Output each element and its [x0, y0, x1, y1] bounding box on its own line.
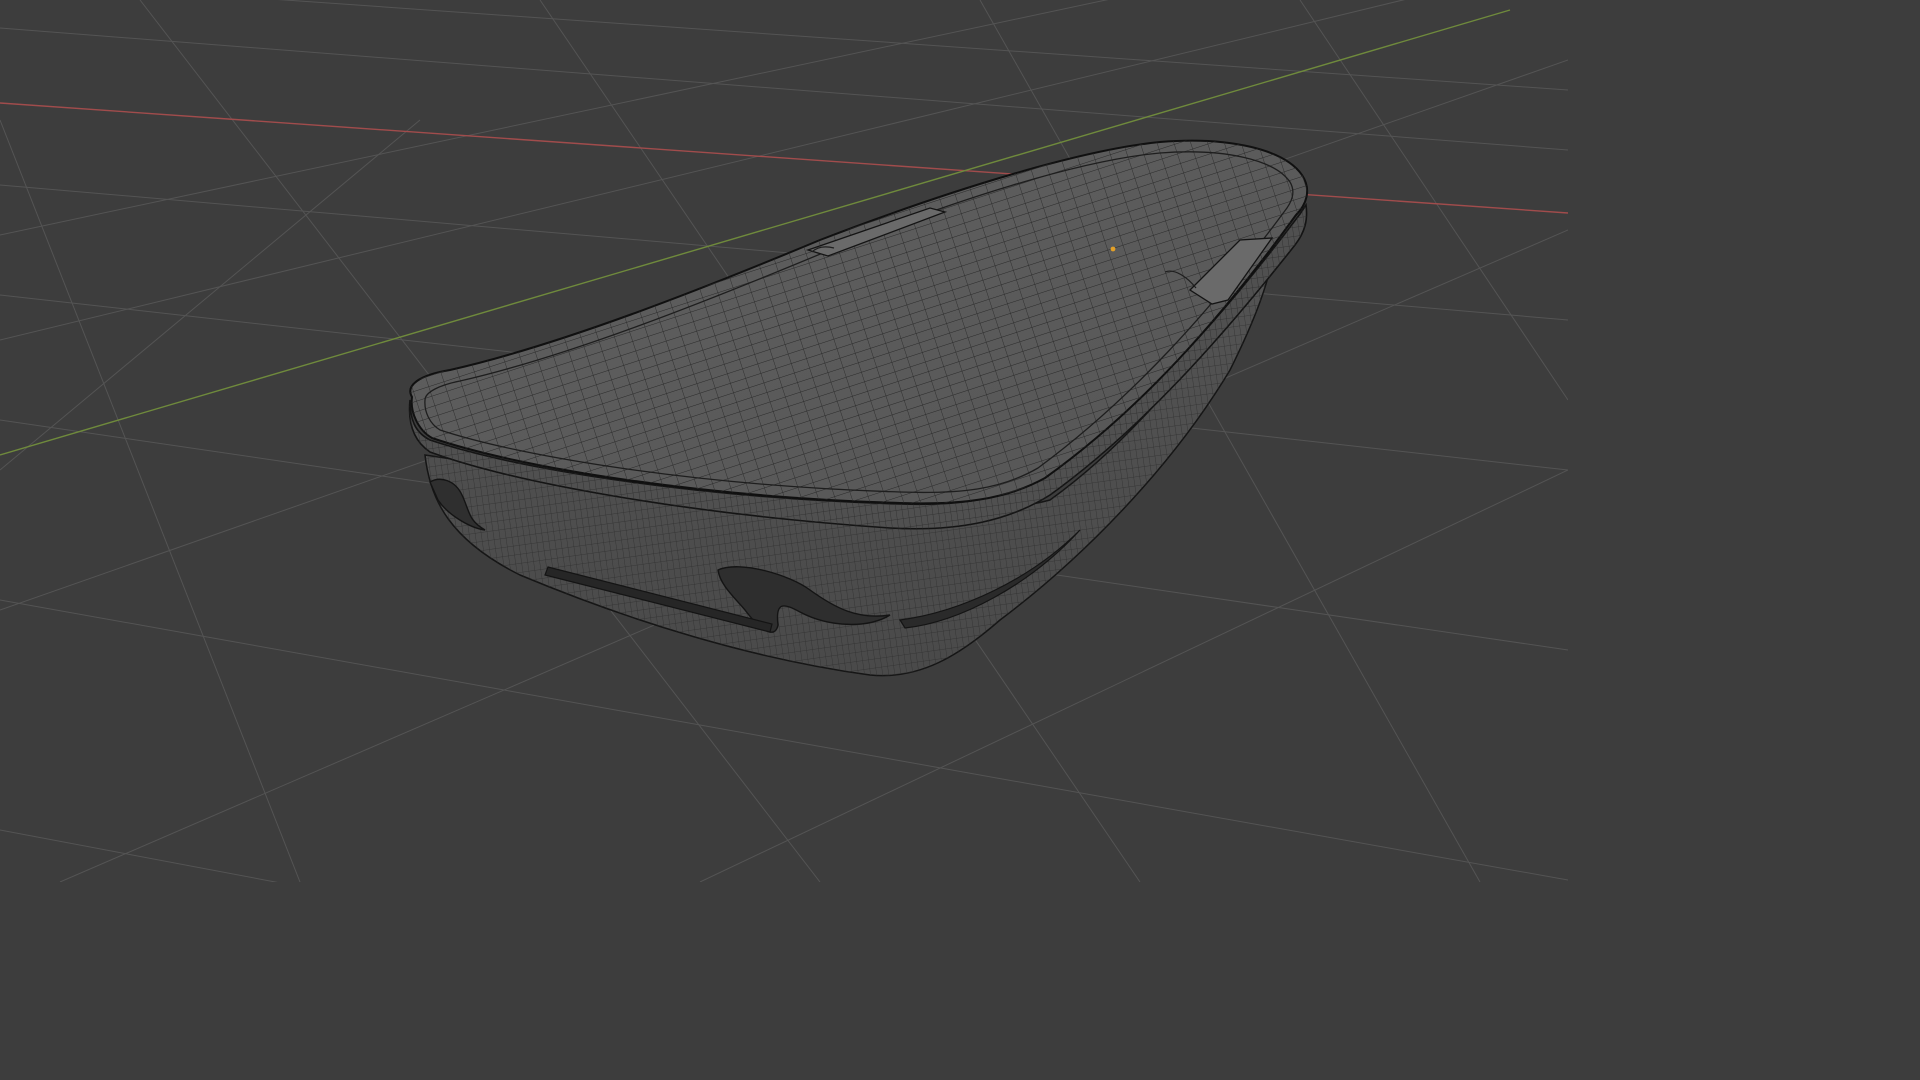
viewport-canvas[interactable] — [0, 0, 1568, 882]
grid-line — [0, 119, 301, 882]
hoverboard-mesh[interactable] — [408, 139, 1309, 677]
3d-viewport[interactable] — [0, 0, 1568, 882]
object-origin-dot[interactable] — [1110, 246, 1116, 252]
grid-line — [0, 829, 278, 882]
grid-line — [0, 119, 421, 471]
grid-line — [0, 27, 1568, 151]
x-axis-line — [0, 102, 1568, 214]
grid-line — [277, 0, 1568, 91]
